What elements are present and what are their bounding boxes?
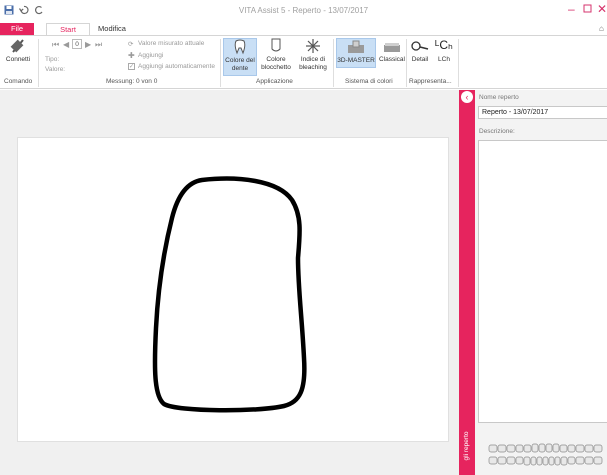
group-label-comando: Comando — [4, 78, 33, 85]
first-icon[interactable]: ⏮ — [52, 40, 59, 50]
3d-master-button[interactable]: 3D-MASTER — [336, 38, 376, 68]
auto-add-checkbox[interactable]: ✓ — [128, 63, 135, 70]
dentition-chart[interactable] — [487, 442, 607, 468]
window-title: VITA Assist 5 - Reperto - 13/07/2017 — [238, 6, 369, 15]
tooth-color-button[interactable]: Colore del dente — [223, 38, 257, 76]
description-field[interactable] — [478, 140, 607, 423]
current-value-button[interactable]: Valore misurato attuale — [138, 40, 204, 47]
side-panel-bar — [459, 90, 475, 475]
block-icon — [267, 38, 285, 54]
group-label-rappresentazione: Rappresenta... — [409, 78, 452, 85]
group-divider — [406, 39, 407, 87]
description-label: Descrizione: — [479, 128, 515, 135]
magnifier-icon — [411, 38, 429, 54]
tipo-label: Tipo: — [45, 56, 60, 63]
lch-icon: ᴸCₕ — [435, 38, 453, 52]
name-label: Nome reperto — [479, 94, 519, 101]
block-color-button[interactable]: Colore blocchetto — [260, 38, 292, 71]
detail-button[interactable]: Detail — [409, 38, 431, 64]
group-divider — [38, 39, 39, 87]
group-label-sistema: Sistema di colori — [345, 78, 393, 85]
group-divider — [220, 39, 221, 87]
classical-button[interactable]: Classical — [377, 38, 407, 64]
shade-tab-icon — [383, 38, 401, 54]
title-bar: VITA Assist 5 - Reperto - 13/07/2017 – ✕ — [0, 0, 607, 23]
lch-button[interactable]: ᴸCₕ LCh — [432, 38, 456, 64]
next-icon[interactable]: ▶ — [85, 40, 91, 49]
plug-icon — [9, 38, 27, 54]
ribbon-tabs: File Start Modifica ⌂ — [0, 23, 607, 36]
refresh-icon: ⟳ — [128, 41, 134, 48]
auto-add-label: Aggiungi automaticamente — [138, 63, 215, 70]
bleaching-index-button[interactable]: Indice di bleaching — [296, 38, 330, 71]
group-divider — [333, 39, 334, 87]
add-button[interactable]: Aggiungi — [138, 52, 163, 59]
tab-file[interactable]: File — [0, 23, 34, 35]
measurement-index-field[interactable]: 0 — [72, 39, 82, 49]
name-field[interactable]: Reperto - 13/07/2017 — [478, 106, 607, 119]
valore-label: Valore: — [45, 66, 66, 73]
tab-modifica[interactable]: Modifica — [92, 23, 132, 35]
help-icon[interactable]: ⌂ — [599, 24, 604, 33]
sparkle-icon — [304, 38, 322, 54]
shade-guide-icon — [347, 39, 365, 55]
side-panel: Nome reperto Reperto - 13/07/2017 Descri… — [475, 90, 607, 475]
side-panel-vertical-label: gli reperto — [463, 431, 470, 461]
group-label-applicazione: Applicazione — [256, 78, 293, 85]
ribbon: Connetti Comando ⏮ ◀ 0 ▶ ⏭ Tipo: Valore:… — [0, 35, 607, 89]
minimize-icon[interactable]: – — [568, 3, 575, 15]
group-label-messung: Messung: 0 von 0 — [106, 78, 158, 85]
connect-button[interactable]: Connetti — [3, 38, 33, 64]
group-divider — [458, 39, 459, 87]
plus-icon: ✚ — [128, 51, 135, 60]
collapse-panel-icon[interactable]: ‹ — [461, 91, 473, 103]
close-icon[interactable]: ✕ — [597, 3, 607, 15]
tooth-icon — [231, 39, 249, 55]
tooth-outline — [152, 176, 307, 413]
last-icon[interactable]: ⏭ — [95, 40, 102, 50]
tooth-canvas[interactable] — [17, 137, 449, 442]
maximize-icon[interactable] — [583, 3, 592, 15]
prev-icon[interactable]: ◀ — [63, 40, 69, 49]
